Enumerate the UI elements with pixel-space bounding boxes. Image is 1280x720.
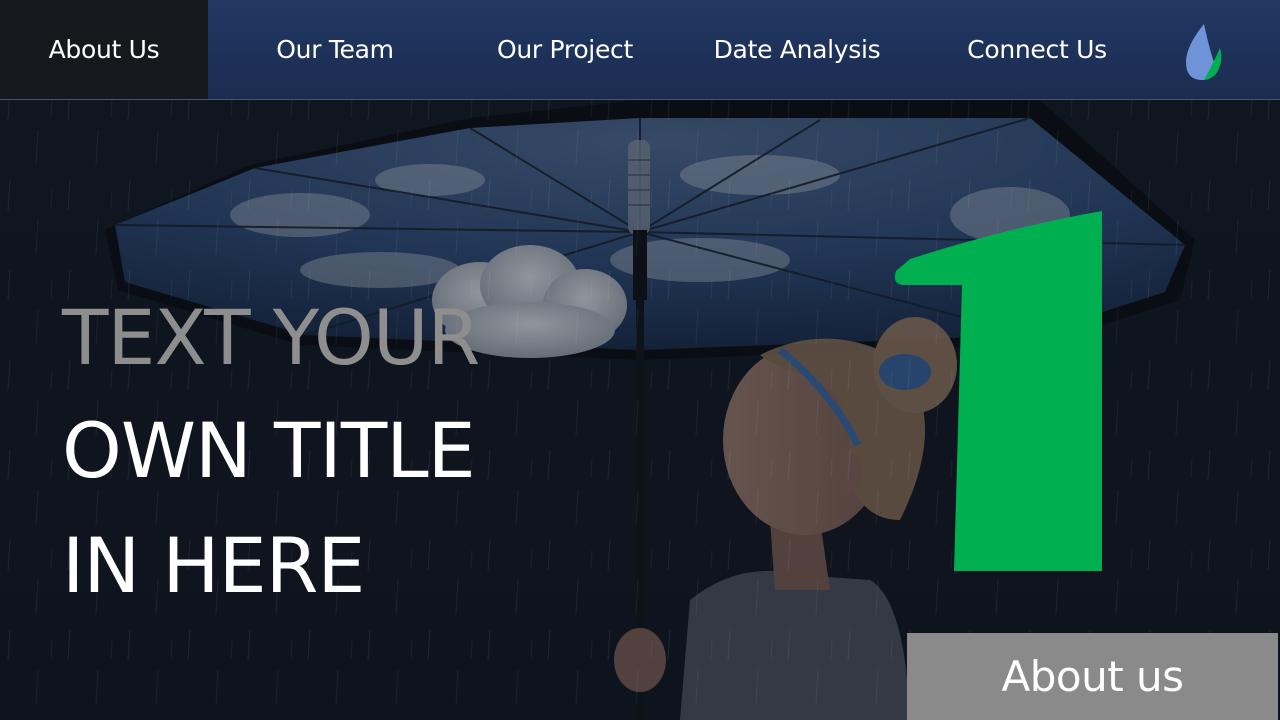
nav-item-about-us[interactable]: About Us [0, 0, 208, 99]
about-us-button[interactable]: About us [907, 633, 1278, 720]
hero-title-line-3: IN HERE [62, 521, 365, 610]
hero-title-line-2: OWN TITLE [62, 406, 476, 495]
big-number-one [894, 211, 1102, 571]
flame-drop-icon[interactable] [1180, 22, 1226, 84]
slide-page: 1 TEXT YOUR OWN TITLE IN HERE About us A… [0, 0, 1280, 720]
nav-item-our-project[interactable]: Our Project [464, 0, 666, 99]
hero-title-line-1: TEXT YOUR [62, 293, 480, 382]
nav-item-our-team[interactable]: Our Team [232, 0, 438, 99]
top-navigation-bar: About Us Our Team Our Project Date Analy… [0, 0, 1280, 100]
nav-item-date-analysis[interactable]: Date Analysis [694, 0, 900, 99]
nav-item-connect-us[interactable]: Connect Us [936, 0, 1138, 99]
